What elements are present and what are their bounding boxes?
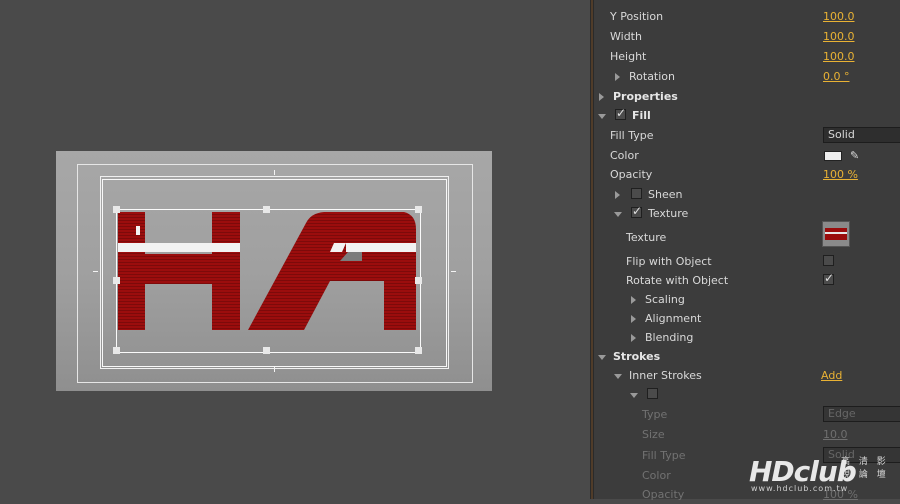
center-tick-top	[274, 170, 275, 175]
scaling-label: Scaling	[645, 293, 685, 306]
sheen-label: Sheen	[648, 188, 683, 201]
inner-stroke-checkbox[interactable]	[647, 388, 658, 399]
selection-bounding-box[interactable]	[116, 209, 421, 353]
stroke-fill-type-label: Fill Type	[642, 449, 686, 462]
section-fill[interactable]: ✓ Fill	[594, 106, 900, 125]
stroke-type-label: Type	[642, 408, 668, 421]
texture-checkbox[interactable]: ✓	[631, 204, 643, 218]
program-monitor-canvas[interactable]	[0, 0, 590, 499]
flip-with-object-label: Flip with Object	[626, 255, 712, 268]
expand-arrow-icon[interactable]	[615, 191, 620, 199]
y-position-value[interactable]: 100.0	[823, 7, 855, 26]
center-tick-bottom	[274, 367, 275, 372]
stroke-opacity-label: Opacity	[642, 488, 685, 501]
stroke-type-dropdown[interactable]: Edge	[823, 406, 900, 422]
resize-handle-middle-right[interactable]	[415, 277, 422, 284]
height-value[interactable]: 100.0	[823, 47, 855, 66]
resize-handle-bottom-right[interactable]	[415, 347, 422, 354]
hdclub-watermark-logo: 高 清 影 視 論 壇 HDclub www.hdclub.com.tw	[745, 446, 900, 499]
inner-strokes-label: Inner Strokes	[629, 369, 702, 382]
property-row-stroke-item[interactable]	[594, 385, 900, 404]
expand-arrow-icon[interactable]	[599, 93, 604, 101]
property-row-stroke-type: Type Edge	[594, 405, 900, 424]
property-row-stroke-size: Size 10.0	[594, 425, 900, 444]
collapse-arrow-icon[interactable]	[614, 374, 622, 379]
collapse-arrow-icon[interactable]	[598, 355, 606, 360]
title-frame	[56, 151, 492, 391]
property-row-blending[interactable]: Blending	[594, 328, 900, 347]
resize-handle-bottom-center[interactable]	[263, 347, 270, 354]
expand-arrow-icon[interactable]	[631, 315, 636, 323]
resize-handle-middle-left[interactable]	[113, 277, 120, 284]
checkmark-icon: ✓	[616, 106, 627, 120]
checkmark-icon: ✓	[824, 271, 835, 285]
expand-arrow-icon[interactable]	[631, 334, 636, 342]
property-row-inner-strokes[interactable]: Inner Strokes Add	[594, 366, 900, 385]
fill-type-dropdown[interactable]: Solid	[823, 127, 900, 143]
center-tick-right	[451, 271, 456, 272]
property-row-texture: Texture	[594, 221, 900, 247]
expand-arrow-icon[interactable]	[631, 296, 636, 304]
eyedropper-icon[interactable]: ✎	[850, 146, 859, 165]
property-row-opacity: Opacity 100 %	[594, 165, 900, 184]
alignment-label: Alignment	[645, 312, 702, 325]
texture-group-label: Texture	[648, 207, 689, 220]
resize-handle-top-right[interactable]	[415, 206, 422, 213]
property-row-color: Color ✎	[594, 146, 900, 165]
property-row-sheen[interactable]: Sheen	[594, 185, 900, 204]
collapse-arrow-icon[interactable]	[598, 114, 606, 119]
flip-with-object-checkbox[interactable]	[823, 255, 834, 266]
width-label: Width	[610, 30, 642, 43]
stroke-color-label: Color	[642, 469, 671, 482]
checkmark-icon: ✓	[632, 204, 643, 218]
blending-label: Blending	[645, 331, 694, 344]
collapse-arrow-icon[interactable]	[614, 212, 622, 217]
property-row-y-position: Y Position 100.0	[594, 7, 900, 26]
properties-section-label: Properties	[613, 90, 678, 103]
property-row-width: Width 100.0	[594, 27, 900, 46]
height-label: Height	[610, 50, 647, 63]
property-row-flip: Flip with Object	[594, 252, 900, 271]
property-row-scaling[interactable]: Scaling	[594, 290, 900, 309]
collapse-arrow-icon[interactable]	[630, 393, 638, 398]
resize-handle-top-center[interactable]	[263, 206, 270, 213]
property-row-alignment[interactable]: Alignment	[594, 309, 900, 328]
property-row-texture-group[interactable]: ✓ Texture	[594, 204, 900, 223]
fill-type-label: Fill Type	[610, 129, 654, 142]
stroke-size-value[interactable]: 10.0	[823, 425, 848, 444]
color-swatch[interactable]	[824, 151, 842, 161]
section-properties[interactable]: Properties	[594, 87, 900, 106]
resize-handle-top-left[interactable]	[113, 206, 120, 213]
opacity-value[interactable]: 100 %	[823, 165, 858, 184]
watermark-url-text: www.hdclub.com.tw	[751, 484, 849, 493]
property-row-rotation[interactable]: Rotation 0.0 °	[594, 67, 900, 86]
property-row-height: Height 100.0	[594, 47, 900, 66]
rotate-with-object-label: Rotate with Object	[626, 274, 729, 287]
fill-section-label: Fill	[632, 109, 651, 122]
expand-arrow-icon[interactable]	[615, 73, 620, 81]
texture-label: Texture	[626, 231, 667, 244]
rotation-value[interactable]: 0.0 °	[823, 67, 850, 86]
center-tick-left	[93, 271, 98, 272]
property-row-rotate: Rotate with Object ✓	[594, 271, 900, 290]
color-label: Color	[610, 149, 639, 162]
fill-checkbox[interactable]: ✓	[615, 106, 627, 120]
property-row-fill-type: Fill Type Solid	[594, 126, 900, 145]
resize-handle-bottom-left[interactable]	[113, 347, 120, 354]
texture-thumbnail[interactable]	[822, 221, 850, 247]
y-position-label: Y Position	[610, 10, 664, 23]
width-value[interactable]: 100.0	[823, 27, 855, 46]
add-inner-stroke-link[interactable]: Add	[821, 366, 842, 385]
sheen-checkbox[interactable]	[631, 188, 642, 199]
title-properties-panel: Y Position 100.0 Width 100.0 Height 100.…	[594, 0, 900, 501]
section-strokes[interactable]: Strokes	[594, 347, 900, 366]
rotation-label: Rotation	[629, 70, 676, 83]
rotate-with-object-checkbox[interactable]: ✓	[823, 271, 835, 285]
strokes-section-label: Strokes	[613, 350, 661, 363]
stroke-size-label: Size	[642, 428, 665, 441]
opacity-label: Opacity	[610, 168, 653, 181]
